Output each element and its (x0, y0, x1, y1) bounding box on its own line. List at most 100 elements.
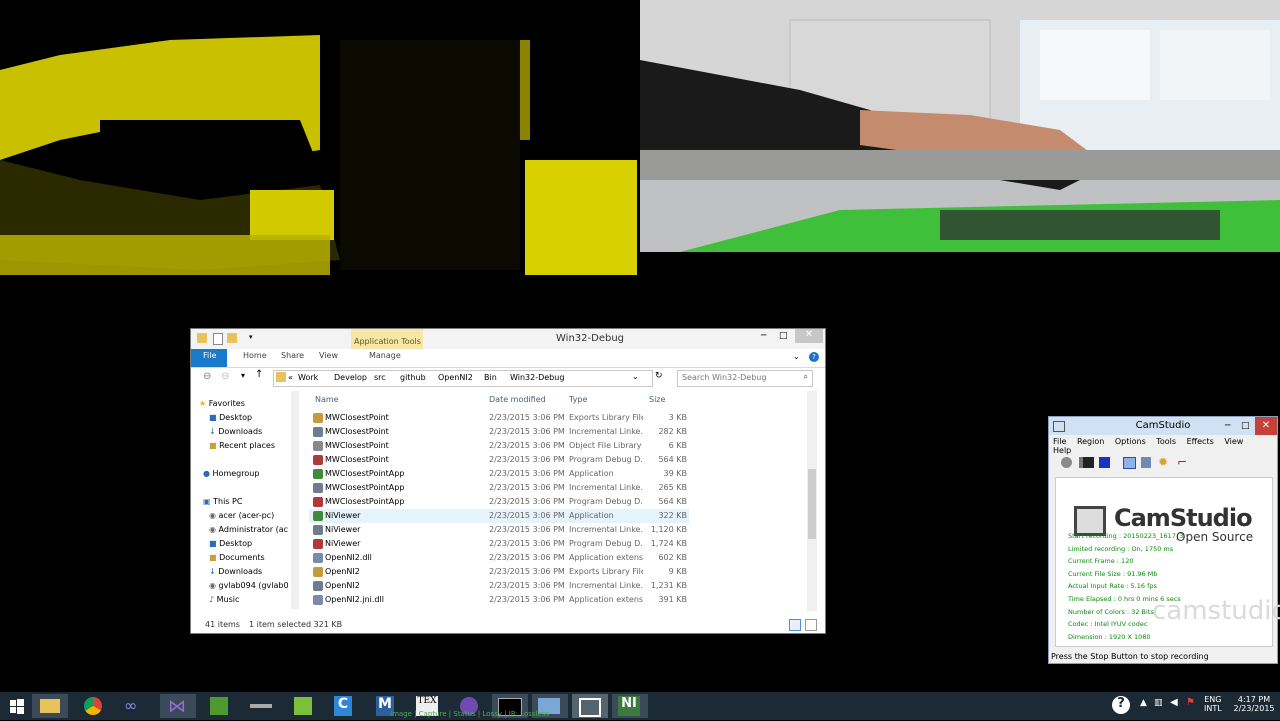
details-view-icon[interactable] (789, 619, 801, 631)
pause-button[interactable] (1079, 457, 1094, 468)
show-hidden-icons-icon[interactable]: ▲ (1140, 698, 1147, 708)
table-row[interactable]: OpenNI2.dll 2/23/2015 3:06 PM Application … (309, 551, 689, 565)
file-explorer-window[interactable]: ▾ Application Tools Win32-Debug ─ □ ✕ Fi… (190, 328, 826, 634)
nav-gvlab094[interactable]: gvlab094 (gvlab0 (219, 581, 289, 590)
breadcrumb-win32-debug[interactable]: Win32-Debug (510, 373, 564, 382)
table-row[interactable]: MWClosestPoint 2/23/2015 3:06 PM Object Fi… (309, 439, 689, 453)
quick-access-dropdown-icon[interactable]: ▾ (249, 333, 253, 341)
infinity-app-taskbar-icon[interactable]: ∞ (118, 694, 154, 718)
terminal-app-taskbar-icon[interactable] (244, 694, 280, 718)
menu-options[interactable]: Options (1115, 437, 1146, 446)
breadcrumb-bin[interactable]: Bin (484, 373, 497, 382)
region-icon[interactable] (1123, 457, 1136, 469)
leaf-app-taskbar-icon[interactable] (286, 694, 322, 718)
nav-this-pc[interactable]: This PC (213, 497, 242, 506)
nav-downloads[interactable]: Downloads (218, 427, 262, 436)
back-icon[interactable]: ⊖ (203, 371, 211, 382)
table-row[interactable]: OpenNI2.jni.dll 2/23/2015 3:06 PM Applicat… (309, 593, 689, 607)
nav-downloads-2[interactable]: Downloads (218, 567, 262, 576)
niviewer-taskbar-icon[interactable]: NI (612, 694, 648, 718)
column-type[interactable]: Type (569, 395, 587, 404)
maximize-icon[interactable]: □ (779, 331, 788, 341)
column-name[interactable]: Name (315, 395, 339, 404)
properties-icon[interactable] (213, 333, 223, 345)
nav-documents[interactable]: Documents (219, 553, 265, 562)
record-button[interactable] (1061, 457, 1072, 468)
green-app-taskbar-icon[interactable] (202, 694, 238, 718)
nav-recent-places[interactable]: Recent places (219, 441, 275, 450)
nav-desktop-2[interactable]: Desktop (219, 539, 252, 548)
language-indicator[interactable]: ENG INTL (1204, 695, 1222, 713)
breadcrumb-work[interactable]: Work (298, 373, 318, 382)
visual-studio-taskbar-icon[interactable]: ⋈ (160, 694, 196, 718)
chrome-taskbar-icon[interactable] (76, 694, 112, 718)
help-tray-icon[interactable]: ? (1112, 696, 1130, 714)
tab-file[interactable]: File (203, 351, 216, 360)
menu-region[interactable]: Region (1077, 437, 1104, 446)
menu-view[interactable]: View (1224, 437, 1243, 446)
breadcrumb-develop[interactable]: Develop (334, 373, 367, 382)
breadcrumb-src[interactable]: src (374, 373, 386, 382)
table-row[interactable]: NiViewer 2/23/2015 3:06 PM Program Debug D… (309, 537, 689, 551)
table-row[interactable]: MWClosestPointApp 2/23/2015 3:06 PM Increm… (309, 481, 689, 495)
camstudio-titlebar[interactable]: CamStudio ─ □ ✕ (1049, 417, 1277, 435)
table-row[interactable]: MWClosestPoint 2/23/2015 3:06 PM Program D… (309, 453, 689, 467)
annotation-icon[interactable] (1141, 457, 1151, 468)
tab-manage[interactable]: Manage (369, 351, 401, 360)
nav-favorites[interactable]: Favorites (209, 399, 245, 408)
up-icon[interactable]: ↑ (255, 369, 263, 380)
flag-icon[interactable]: ⚑ (1186, 697, 1195, 708)
menu-help[interactable]: Help (1053, 446, 1071, 455)
new-folder-icon[interactable] (227, 333, 237, 343)
file-list-scroll-thumb[interactable] (808, 469, 816, 539)
ribbon-expand-icon[interactable]: ⌄ (793, 352, 800, 361)
menu-file[interactable]: File (1053, 437, 1066, 446)
menu-effects[interactable]: Effects (1187, 437, 1214, 446)
search-input[interactable]: Search Win32-Debug ⌕ (677, 370, 813, 387)
camstudio-taskbar-icon[interactable] (572, 694, 608, 718)
address-dropdown-icon[interactable]: ⌄ (632, 372, 639, 381)
close-icon[interactable]: ✕ (795, 329, 823, 343)
explorer-titlebar[interactable]: ▾ Application Tools Win32-Debug ─ □ ✕ (191, 329, 825, 367)
column-size[interactable]: Size (649, 395, 665, 404)
column-date-modified[interactable]: Date modified (489, 395, 546, 404)
recent-locations-icon[interactable]: ▾ (241, 371, 245, 380)
tab-home[interactable]: Home (243, 351, 267, 360)
table-row[interactable]: MWClosestPoint 2/23/2015 3:06 PM Increment… (309, 425, 689, 439)
address-bar[interactable]: « Work Develop src github OpenNI2 Bin Wi… (273, 370, 653, 387)
volume-icon[interactable]: ◀ (1170, 697, 1178, 708)
minimize-icon[interactable]: ─ (761, 331, 766, 341)
nav-scrollbar[interactable] (291, 391, 299, 609)
file-explorer-taskbar-icon[interactable] (32, 694, 68, 718)
search-icon[interactable]: ⌕ (804, 372, 808, 382)
tab-share[interactable]: Share (281, 351, 304, 360)
tab-view[interactable]: View (319, 351, 338, 360)
table-row[interactable]: MWClosestPointApp 2/23/2015 3:06 PM Progra… (309, 495, 689, 509)
camstudio-close-icon[interactable]: ✕ (1255, 417, 1277, 435)
help-icon[interactable]: ? (809, 352, 819, 362)
navigation-pane[interactable]: ★ Favorites ■ Desktop ↓ Downloads ■ Rece… (199, 395, 299, 609)
breadcrumb-0[interactable]: « (288, 373, 293, 382)
camstudio-minimize-icon[interactable]: ─ (1225, 417, 1230, 435)
camstudio-window[interactable]: CamStudio ─ □ ✕ File Region Options Tool… (1048, 416, 1280, 664)
nav-acer[interactable]: acer (acer-pc) (219, 511, 275, 520)
large-icons-view-icon[interactable] (805, 619, 817, 631)
nav-administrator[interactable]: Administrator (ac (219, 525, 289, 534)
refresh-icon[interactable]: ↻ (655, 371, 663, 381)
nav-homegroup[interactable]: Homegroup (213, 469, 260, 478)
c-app-taskbar-icon[interactable]: C (326, 694, 362, 718)
forward-icon[interactable]: ⊖ (221, 371, 229, 382)
table-row[interactable]: OpenNI2 2/23/2015 3:06 PM Incremental Link… (309, 579, 689, 593)
table-row[interactable]: NiViewer 2/23/2015 3:06 PM Incremental Lin… (309, 523, 689, 537)
breadcrumb-github[interactable]: github (400, 373, 426, 382)
camstudio-maximize-icon[interactable]: □ (1241, 417, 1250, 435)
table-row[interactable]: MWClosestPointApp 2/23/2015 3:06 PM Applic… (309, 467, 689, 481)
network-icon[interactable]: ▥ (1154, 698, 1163, 708)
cursor-icon[interactable]: ⌐ (1177, 455, 1187, 469)
stop-button[interactable] (1099, 457, 1110, 468)
nav-music[interactable]: Music (217, 595, 240, 604)
breadcrumb-openni2[interactable]: OpenNI2 (438, 373, 473, 382)
nav-desktop[interactable]: Desktop (219, 413, 252, 422)
menu-tools[interactable]: Tools (1156, 437, 1176, 446)
table-row[interactable]: OpenNI2 2/23/2015 3:06 PM Exports Library … (309, 565, 689, 579)
